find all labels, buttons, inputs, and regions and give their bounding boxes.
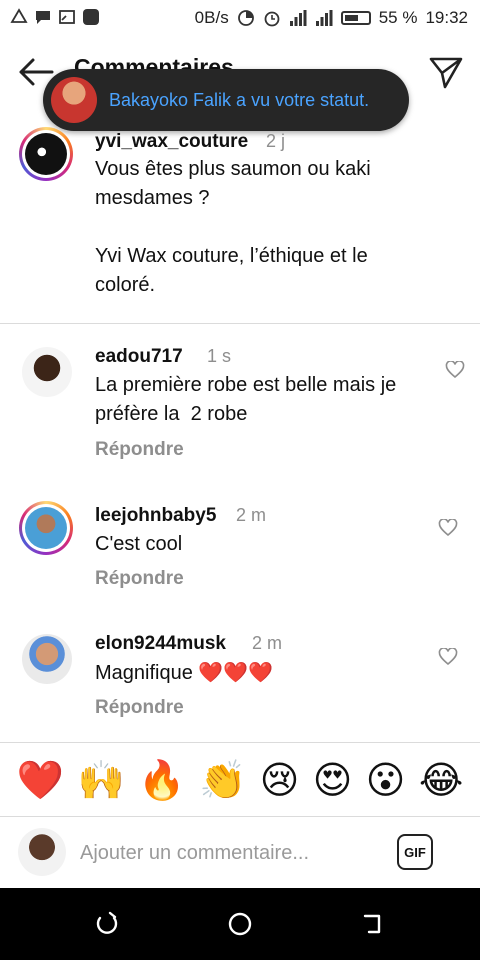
- raised-hands-emoji-button[interactable]: 🙌: [77, 762, 124, 800]
- divider: [0, 816, 480, 817]
- comment-composer: GIF: [0, 818, 480, 888]
- avatar[interactable]: [22, 347, 72, 397]
- comment-time: 2 m: [252, 633, 283, 653]
- toast-message: Bakayoko Falik a vu votre statut.: [109, 89, 370, 110]
- crying-emoji-button[interactable]: 😢: [260, 762, 300, 800]
- comment-input[interactable]: [80, 836, 380, 870]
- avatar[interactable]: [19, 501, 73, 555]
- reply-button[interactable]: Répondre: [95, 439, 184, 461]
- battery-level: 55 %: [378, 8, 418, 27]
- comment-username[interactable]: yvi_wax_couture: [95, 131, 248, 153]
- data-saver-icon: [237, 10, 254, 26]
- signal-2-icon: [315, 10, 333, 26]
- alarm-icon: [264, 11, 280, 27]
- system-status: 0B/s 55 % 19:32: [195, 8, 468, 28]
- drive-icon: [10, 8, 28, 23]
- comment-line: Magnifique ❤️❤️❤️: [95, 662, 274, 684]
- comment-line: préfère la 2 robe: [95, 403, 248, 425]
- like-heart-icon[interactable]: [438, 648, 458, 666]
- tears-of-joy-emoji-button[interactable]: 😂: [419, 762, 463, 800]
- fire-emoji-button[interactable]: 🔥: [138, 762, 185, 800]
- heart-emoji-button[interactable]: ❤️: [17, 762, 64, 800]
- system-nav-bar: [0, 888, 480, 960]
- comment-time: 2 j: [266, 131, 286, 151]
- app-icon: [83, 9, 99, 25]
- recent-apps-icon[interactable]: [91, 908, 123, 940]
- home-icon[interactable]: [224, 908, 256, 940]
- like-heart-icon[interactable]: [445, 361, 465, 379]
- emoji-quick-bar: ❤️ 🙌 🔥 👏 😢 😍 😮 😂: [0, 748, 480, 814]
- comment-line: [95, 213, 435, 242]
- heart-eyes-emoji-button[interactable]: 😍: [313, 762, 353, 800]
- comment-line: Vous êtes plus saumon ou kaki: [95, 158, 371, 180]
- reply-button[interactable]: Répondre: [95, 568, 184, 590]
- comment-username[interactable]: elon9244musk: [95, 633, 226, 655]
- comment-line: mesdames ?: [95, 187, 210, 209]
- status-viewed-toast[interactable]: Bakayoko Falik a vu votre statut.: [43, 69, 409, 131]
- chat-icon: [36, 11, 50, 24]
- comment-line: La première robe est belle mais je: [95, 374, 397, 396]
- avatar[interactable]: [19, 127, 73, 181]
- comment-time: 1 s: [207, 346, 232, 366]
- comment-line: coloré.: [95, 274, 156, 296]
- back-nav-icon[interactable]: [357, 908, 389, 940]
- comment-time: 2 m: [236, 505, 267, 525]
- send-icon[interactable]: [428, 54, 464, 90]
- divider: [0, 323, 480, 324]
- comment-line: C'est cool: [95, 533, 183, 555]
- clap-emoji-button[interactable]: 👏: [199, 762, 246, 800]
- surprised-emoji-button[interactable]: 😮: [366, 762, 406, 800]
- clock: 19:32: [425, 8, 468, 27]
- toast-avatar: [51, 77, 97, 123]
- divider: [0, 742, 480, 743]
- signal-icon: [289, 10, 307, 26]
- comment-text: La première robe est belle mais je préfè…: [95, 371, 425, 429]
- cast-icon: [59, 10, 75, 24]
- comment-text: Vous êtes plus saumon ou kaki mesdames ?…: [95, 155, 435, 300]
- avatar[interactable]: [22, 634, 72, 684]
- comment-username[interactable]: eadou717: [95, 346, 183, 368]
- network-speed: 0B/s: [194, 8, 229, 27]
- comment-username[interactable]: leejohnbaby5: [95, 505, 216, 527]
- reply-button[interactable]: Répondre: [95, 697, 184, 719]
- gif-button[interactable]: GIF: [397, 834, 433, 870]
- comment-text: C'est cool: [95, 530, 425, 559]
- like-heart-icon[interactable]: [438, 519, 458, 537]
- comment-line: Yvi Wax couture, l’éthique et le: [95, 245, 368, 267]
- battery-icon: [340, 11, 371, 25]
- comment-text: Magnifique ❤️❤️❤️: [95, 659, 425, 688]
- my-avatar: [18, 828, 66, 876]
- notification-icons: [10, 8, 100, 26]
- status-bar: 0B/s 55 % 19:32: [0, 0, 480, 36]
